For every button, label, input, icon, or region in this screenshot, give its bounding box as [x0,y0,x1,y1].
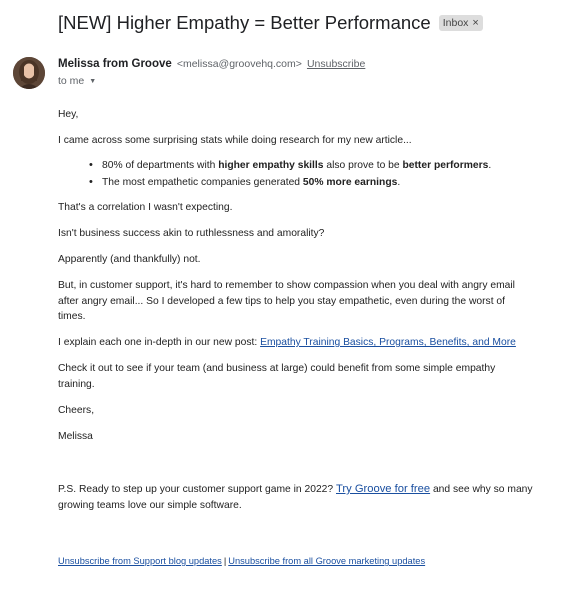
inbox-label-chip[interactable]: Inbox × [438,15,483,31]
greeting: Hey, [58,109,79,120]
bullet-bold: 50% more earnings [302,177,398,188]
email-subject: [NEW] Higher Empathy = Better Performanc… [58,12,431,33]
avatar-image [13,57,45,89]
explain-paragraph: I explain each one in-depth in our new p… [58,335,528,351]
bullet-text: . [397,177,401,188]
unsubscribe-all-link[interactable]: Unsubscribe from all Groove marketing up… [228,556,425,566]
article-link[interactable]: Empathy Training Basics, Programs, Benef… [260,337,516,348]
close-icon[interactable]: × [472,17,478,29]
bullet-bold: higher empathy skills [218,160,324,171]
inbox-label-text: Inbox [442,17,469,29]
bullet-bold: better performers [402,160,489,171]
sender-email: <melissa@groovehq.com> [176,58,302,70]
try-groove-link[interactable]: Try Groove for free [336,483,430,495]
stats-list: 80% of departments with higher empathy s… [58,157,572,191]
check-paragraph: Check it out to see if your team (and bu… [58,363,496,390]
chevron-down-icon[interactable]: ▼ [89,78,96,85]
unsubscribe-link[interactable]: Unsubscribe [307,58,365,70]
bullet-text: also prove to be [323,160,403,171]
list-item: 80% of departments with higher empathy s… [89,157,572,174]
sender-row: Melissa from Groove <melissa@groovehq.co… [58,58,365,70]
correlation-paragraph: That's a correlation I wasn't expecting. [58,202,233,213]
apparently-paragraph: Apparently (and thankfully) not. [58,254,201,265]
to-label: to me [58,75,85,87]
question-paragraph: Isn't business success akin to ruthlessn… [58,228,325,239]
bullet-text: The most empathetic companies generated [102,177,303,188]
recipient-row: to me ▼ [58,75,96,87]
compassion-paragraph: But, in customer support, it's hard to r… [58,280,515,322]
signature: Melissa [58,431,93,442]
subject-row: [NEW] Higher Empathy = Better Performanc… [58,12,483,34]
list-item: The most empathetic companies generated … [89,174,572,191]
sender-name: Melissa from Groove [58,58,172,70]
signoff: Cheers, [58,405,95,416]
sender-avatar[interactable] [13,57,45,89]
unsubscribe-blog-link[interactable]: Unsubscribe from Support blog updates [58,556,222,566]
ps-text: P.S. Ready to step up your customer supp… [58,484,336,495]
footer-separator: | [223,556,227,566]
intro-paragraph: I came across some surprising stats whil… [58,135,412,146]
ps-paragraph: P.S. Ready to step up your customer supp… [58,482,543,513]
footer-links: Unsubscribe from Support blog updates | Un… [58,556,425,566]
bullet-text: 80% of departments with [102,160,219,171]
bullet-text: . [488,160,492,171]
explain-text: I explain each one in-depth in our new p… [58,337,261,348]
